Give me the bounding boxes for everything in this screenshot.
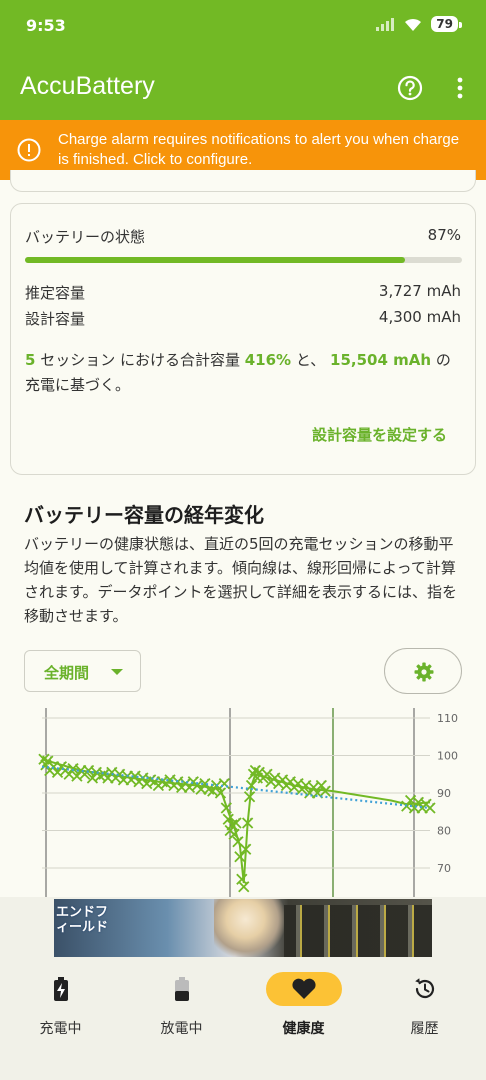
chart-y-tick-label: 70 xyxy=(437,862,451,875)
bottom-navigation: 充電中 放電中 健康度 履歴 xyxy=(0,960,486,1080)
help-button[interactable] xyxy=(396,74,424,102)
summary-text-1: セッション における合計容量 xyxy=(35,351,245,369)
section-title: バッテリー容量の経年変化 xyxy=(24,503,264,527)
capacity-chart-svg: 110 100 90 80 70 xyxy=(38,708,458,900)
ad-logo: エンドフィールド xyxy=(56,905,109,935)
more-vert-icon xyxy=(457,77,463,99)
status-time: 9:53 xyxy=(26,16,66,35)
chart-data-point xyxy=(238,881,250,893)
summary-percent: 416% xyxy=(244,351,292,369)
nav-history[interactable]: 履歴 xyxy=(364,960,485,1080)
design-capacity-label: 設計容量 xyxy=(25,310,86,328)
wifi-icon xyxy=(405,18,422,31)
history-icon xyxy=(412,972,438,1006)
design-capacity-value: 4,300 mAh xyxy=(378,308,461,326)
signal-icon xyxy=(376,18,395,31)
previous-card-edge xyxy=(10,170,476,192)
battery-level: 79 xyxy=(431,16,462,32)
heart-icon xyxy=(265,972,342,1006)
warning-icon xyxy=(17,138,41,162)
nav-label-charging: 充電中 xyxy=(39,1021,82,1037)
period-label: 全期間 xyxy=(44,664,90,682)
chart-settings-button[interactable] xyxy=(384,648,462,694)
chart-y-tick-label: 110 xyxy=(437,712,458,725)
health-progress-fill xyxy=(25,257,406,263)
nav-discharging[interactable]: 放電中 xyxy=(121,960,242,1080)
ad-character-image xyxy=(214,899,284,957)
summary-text-4: 充電に基づく。 xyxy=(25,376,131,394)
gear-icon xyxy=(414,662,434,682)
nav-health[interactable]: 健康度 xyxy=(243,960,364,1080)
nav-label-discharging: 放電中 xyxy=(160,1021,203,1037)
set-design-capacity-button[interactable]: 設計容量を設定する xyxy=(312,424,447,445)
status-bar: 9:53 79 xyxy=(0,0,486,54)
health-progress-bar xyxy=(25,257,462,263)
estimated-capacity-value: 3,727 mAh xyxy=(378,282,461,300)
summary-text-3: の xyxy=(431,351,451,369)
battery-health-card: バッテリーの状態 87% 推定容量 3,727 mAh 設計容量 4,300 m… xyxy=(10,203,476,475)
estimated-capacity-label: 推定容量 xyxy=(25,284,86,302)
battery-state-value: 87% xyxy=(427,226,461,244)
nav-label-health: 健康度 xyxy=(282,1021,325,1037)
capacity-summary: 5 セッション における合計容量 416% と、 15,504 mAh の 充電… xyxy=(25,348,465,398)
period-dropdown[interactable]: 全期間 xyxy=(24,650,141,692)
nav-charging[interactable]: 充電中 xyxy=(0,960,121,1080)
nav-label-history: 履歴 xyxy=(410,1021,439,1037)
more-options-button[interactable] xyxy=(448,74,472,102)
chart-trend-line xyxy=(41,765,431,810)
ad-background-image xyxy=(284,905,432,957)
ad-area: エンドフィールド xyxy=(0,897,486,960)
battery-discharging-icon xyxy=(174,972,190,1006)
app-title: AccuBattery xyxy=(20,72,155,100)
app-bar: AccuBattery xyxy=(0,54,486,120)
chart-y-tick-label: 90 xyxy=(437,787,451,800)
section-description: バッテリーの健康状態は、直近の5回の充電セッションの移動平均値を使用して計算され… xyxy=(24,535,458,625)
chevron-down-icon xyxy=(111,669,123,675)
status-icons: 79 xyxy=(375,16,462,32)
summary-sessions: 5 xyxy=(25,351,36,369)
chart-y-tick-label: 100 xyxy=(437,750,458,763)
summary-mah: 15,504 mAh xyxy=(330,351,432,369)
chart-y-tick-label: 80 xyxy=(437,825,451,838)
help-icon xyxy=(397,75,423,101)
battery-charging-icon xyxy=(53,972,69,1006)
ad-banner[interactable]: エンドフィールド xyxy=(54,899,432,957)
chart-data-point xyxy=(236,873,248,885)
alert-text: Charge alarm requires notifications to a… xyxy=(58,131,460,168)
battery-state-label: バッテリーの状態 xyxy=(25,228,146,246)
capacity-chart[interactable]: 110 100 90 80 70 xyxy=(0,700,486,900)
summary-text-2: と、 xyxy=(291,351,331,369)
